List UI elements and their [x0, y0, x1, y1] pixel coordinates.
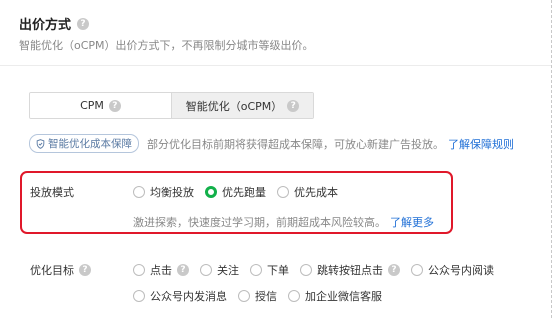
- radio-label: 加企业微信客服: [305, 290, 382, 303]
- radio-circle: [250, 264, 262, 276]
- radio-label: 优先跑量: [222, 186, 266, 199]
- guarantee-tag-label: 智能优化成本保障: [48, 138, 132, 150]
- section-title: 出价方式 ?: [19, 14, 90, 33]
- divider: [0, 65, 551, 66]
- radio-circle: [288, 290, 300, 302]
- radio-label: 点击: [150, 264, 172, 277]
- radio-circle: [238, 290, 250, 302]
- shield-icon: [36, 138, 45, 149]
- dashed-border: [551, 0, 552, 318]
- radio-goal-article-read[interactable]: 公众号内阅读: [411, 262, 494, 278]
- radio-circle-checked: [205, 186, 217, 198]
- radio-label: 优先成本: [294, 186, 338, 199]
- help-icon[interactable]: ?: [177, 264, 189, 276]
- help-icon[interactable]: ?: [388, 264, 400, 276]
- hint-text: 激进探索，快速度过学习期，前期超成本风险较高。: [133, 216, 386, 229]
- guarantee-rules-link[interactable]: 了解保障规则: [448, 136, 514, 152]
- radio-circle: [133, 290, 145, 302]
- radio-goal-credit[interactable]: 授信: [238, 288, 277, 304]
- radio-circle: [200, 264, 212, 276]
- radio-goal-click[interactable]: 点击 ?: [133, 262, 189, 278]
- radio-balanced[interactable]: 均衡投放: [133, 184, 194, 200]
- learn-more-link[interactable]: 了解更多: [390, 216, 434, 229]
- help-icon[interactable]: ?: [77, 17, 90, 30]
- delivery-mode-options: 均衡投放 优先跑量 优先成本: [133, 184, 349, 200]
- radio-circle: [133, 264, 145, 276]
- radio-goal-order[interactable]: 下单: [250, 262, 289, 278]
- radio-label: 公众号内阅读: [428, 264, 494, 277]
- guarantee-text: 部分优化目标前期将获得超成本保障，可放心新建广告投放。: [147, 137, 444, 151]
- optimization-goal-label: 优化目标 ?: [30, 262, 91, 278]
- radio-label: 跳转按钮点击: [317, 264, 383, 277]
- section-title-text: 出价方式: [19, 18, 72, 33]
- radio-label: 公众号内发消息: [150, 290, 227, 303]
- radio-circle: [300, 264, 312, 276]
- optimization-goal-row2: 公众号内发消息 授信 加企业微信客服: [133, 288, 393, 304]
- radio-goal-wecom[interactable]: 加企业微信客服: [288, 288, 382, 304]
- help-icon[interactable]: ?: [79, 264, 91, 276]
- optimization-goal-label-text: 优化目标: [30, 264, 74, 277]
- tab-ocpm-label: 智能优化（oCPM）: [185, 99, 283, 113]
- section-subtitle: 智能优化（oCPM）出价方式下，不再限制分城市等级出价。: [19, 39, 314, 52]
- radio-label: 关注: [217, 264, 239, 277]
- radio-volume-first[interactable]: 优先跑量: [205, 184, 266, 200]
- radio-circle: [411, 264, 423, 276]
- delivery-mode-label: 投放模式: [30, 184, 74, 200]
- tab-cpm-label: CPM: [80, 99, 104, 112]
- optimization-goal-row1: 点击 ? 关注 下单 跳转按钮点击 ? 公众号内阅读: [133, 262, 505, 278]
- radio-label: 授信: [255, 290, 277, 303]
- radio-label: 下单: [267, 264, 289, 277]
- tab-cpm[interactable]: CPM ?: [30, 93, 171, 118]
- help-icon[interactable]: ?: [108, 99, 121, 112]
- guarantee-tag[interactable]: 智能优化成本保障: [29, 134, 139, 153]
- radio-label: 均衡投放: [150, 186, 194, 199]
- help-icon[interactable]: ?: [287, 99, 300, 112]
- radio-cost-first[interactable]: 优先成本: [277, 184, 338, 200]
- bid-mode-segment: CPM ? 智能优化（oCPM） ?: [29, 92, 314, 119]
- radio-circle: [133, 186, 145, 198]
- radio-circle: [277, 186, 289, 198]
- tab-ocpm[interactable]: 智能优化（oCPM） ?: [171, 93, 313, 118]
- radio-goal-message[interactable]: 公众号内发消息: [133, 288, 227, 304]
- delivery-mode-label-text: 投放模式: [30, 186, 74, 199]
- guarantee-note: 智能优化成本保障 部分优化目标前期将获得超成本保障，可放心新建广告投放。 了解保…: [29, 134, 514, 153]
- radio-goal-button-click[interactable]: 跳转按钮点击 ?: [300, 262, 400, 278]
- radio-goal-follow[interactable]: 关注: [200, 262, 239, 278]
- delivery-mode-hint: 激进探索，快速度过学习期，前期超成本风险较高。 了解更多: [133, 214, 434, 230]
